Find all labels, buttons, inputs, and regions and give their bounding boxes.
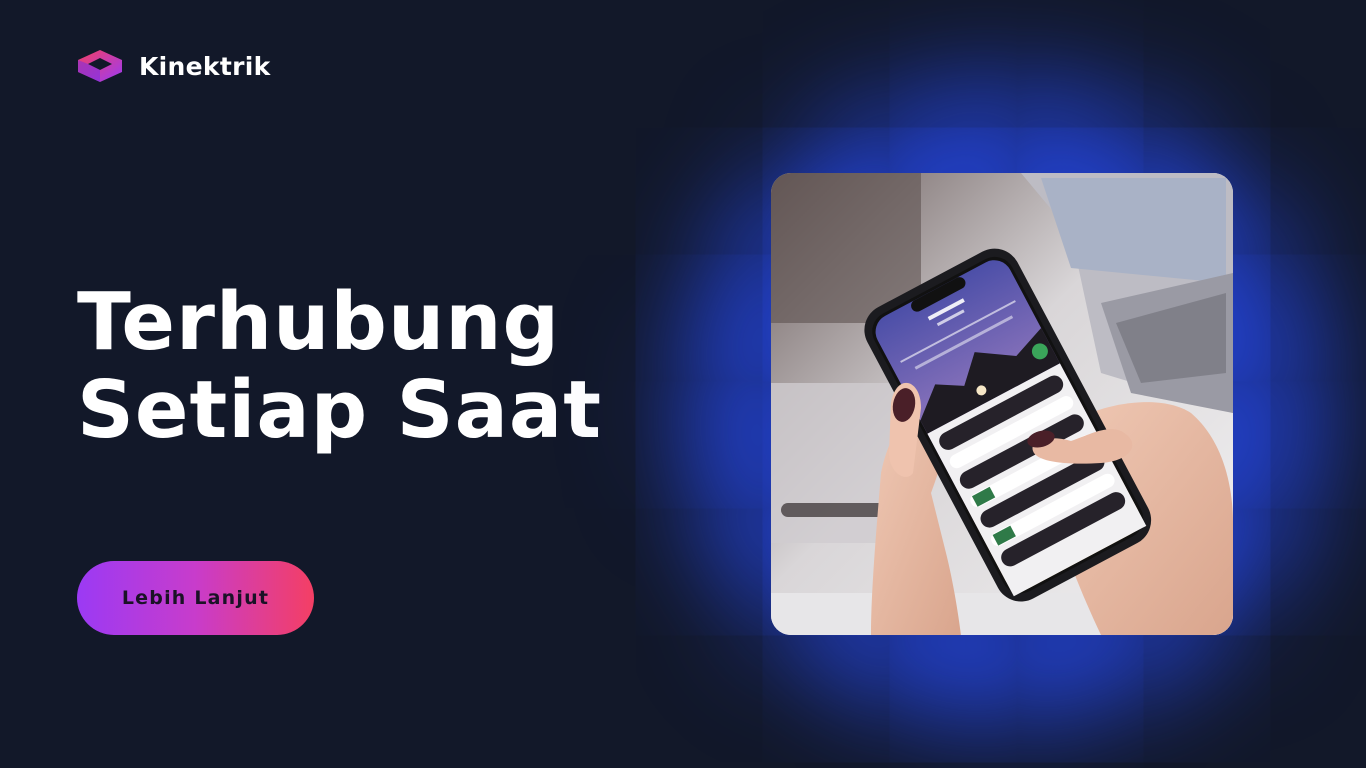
headline-line-2: Setiap Saat [77,364,602,456]
brand[interactable]: Kinektrik [77,49,271,83]
headline-line-1: Terhubung [77,276,560,368]
hero-photo [771,173,1233,635]
learn-more-button[interactable]: Lebih Lanjut [77,561,314,635]
brand-name: Kinektrik [139,51,271,81]
brand-logo-icon [78,50,122,82]
page-title: Terhubung Setiap Saat [77,278,602,454]
phone-in-hands-illustration [771,173,1233,635]
